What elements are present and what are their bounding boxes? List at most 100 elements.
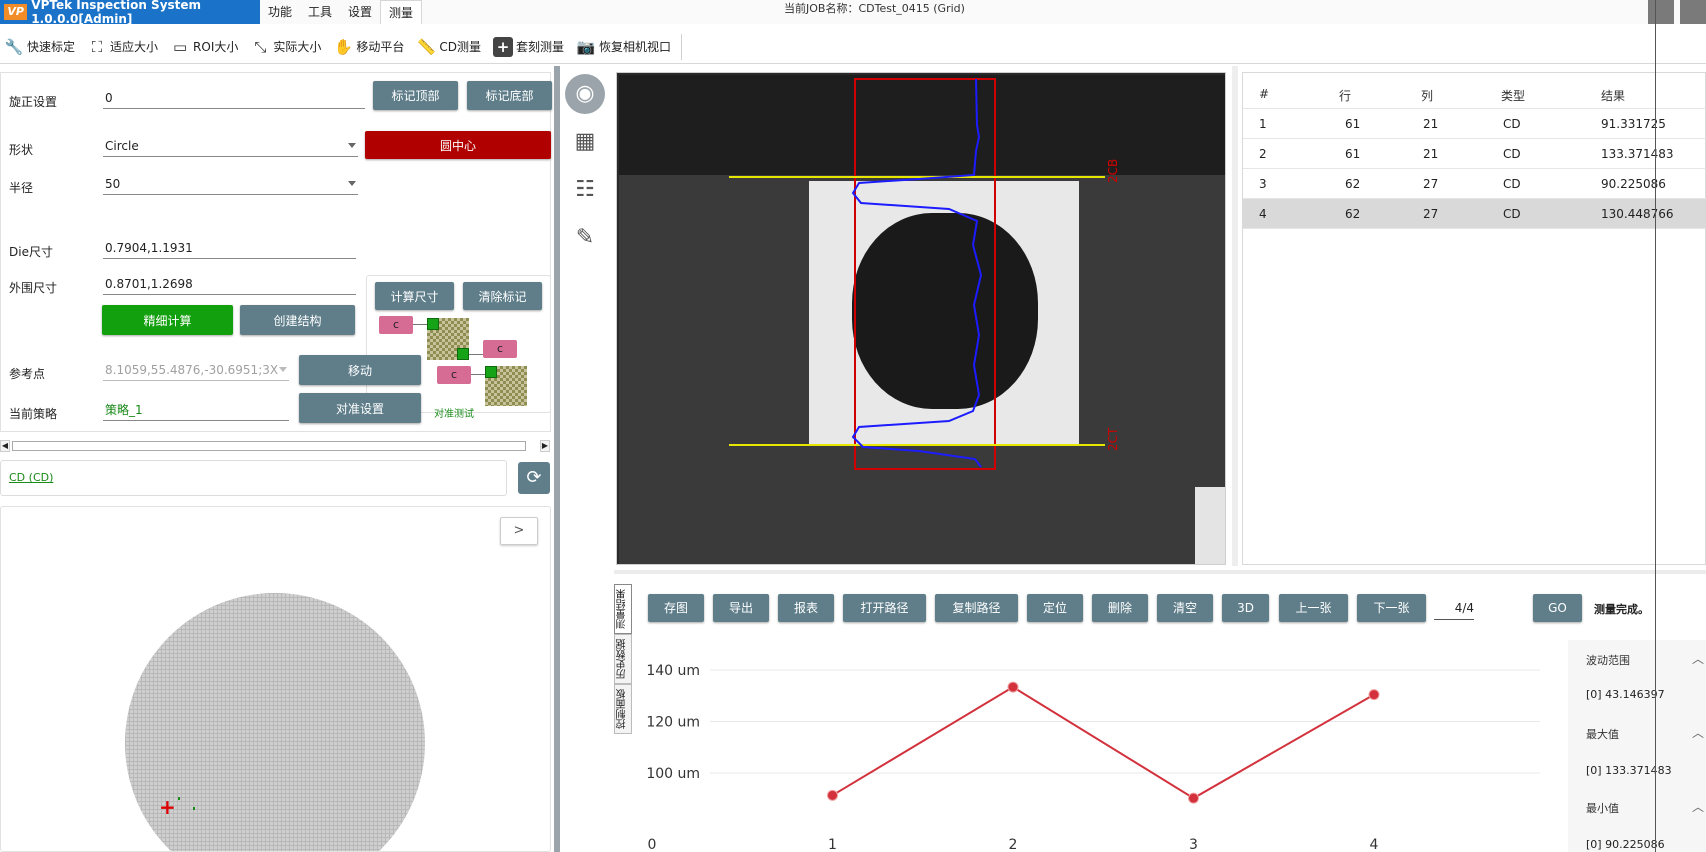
locate-button[interactable]: 定位 bbox=[1027, 594, 1083, 622]
table-row[interactable]: 2 61 21 CD 133.371483 bbox=[1243, 139, 1706, 169]
quick-calibrate-button[interactable]: 🔧 快速标定 bbox=[4, 32, 75, 62]
clear-button[interactable]: 清空 bbox=[1157, 594, 1213, 622]
cd-measure-button[interactable]: 📏 CD测量 bbox=[416, 32, 481, 62]
template-connector bbox=[471, 374, 485, 375]
calc-size-button[interactable]: 计算尺寸 bbox=[375, 282, 454, 310]
fit-size-button[interactable]: ⛶ 适应大小 bbox=[87, 32, 158, 62]
strategy-input[interactable]: 策略_1 bbox=[103, 401, 289, 421]
panel-splitter[interactable] bbox=[554, 66, 560, 852]
menu-function[interactable]: 功能 bbox=[260, 0, 300, 24]
outer-size-input[interactable]: 0.8701,1.2698 bbox=[103, 275, 356, 295]
camera-icon[interactable]: ◉ bbox=[565, 74, 605, 114]
scroll-track[interactable] bbox=[12, 441, 526, 451]
move-button[interactable]: 移动 bbox=[299, 355, 421, 385]
hand-move-icon: ✋ bbox=[334, 37, 353, 56]
template-tag-c[interactable]: c bbox=[437, 366, 471, 384]
previous-button[interactable]: 上一张 bbox=[1279, 594, 1348, 622]
fine-calc-button[interactable]: 精细计算 bbox=[102, 305, 233, 335]
cell-column: 27 bbox=[1423, 207, 1439, 221]
x-tick-label: 2 bbox=[1009, 837, 1018, 852]
next-button[interactable]: 下一张 bbox=[1357, 594, 1426, 622]
radius-select[interactable]: 50 bbox=[103, 175, 358, 195]
clear-marks-button[interactable]: 清除标记 bbox=[463, 282, 542, 310]
move-stage-button[interactable]: ✋ 移动平台 bbox=[333, 32, 404, 62]
table-row[interactable]: 3 62 27 CD 90.225086 bbox=[1243, 169, 1706, 199]
table-row[interactable]: 1 61 21 CD 91.331725 bbox=[1243, 109, 1706, 139]
wafer-next-button[interactable]: > bbox=[500, 517, 538, 545]
cd-measure-label: CD测量 bbox=[439, 40, 482, 54]
chevron-up-icon[interactable]: ︿ bbox=[1692, 650, 1704, 667]
min-label: 最小值 bbox=[1586, 802, 1619, 815]
die-size-input[interactable]: 0.7904,1.1931 bbox=[103, 239, 356, 259]
camera-image-view[interactable]: 2CB 2CT bbox=[616, 72, 1226, 565]
create-structure-button[interactable]: 创建结构 bbox=[240, 305, 355, 335]
mark-top-button[interactable]: 标记顶部 bbox=[373, 81, 458, 110]
tab-history-data[interactable]: 历史数据 bbox=[614, 634, 632, 684]
col-result-header[interactable]: 结果 bbox=[1601, 87, 1625, 104]
roi-size-icon: ▭ bbox=[172, 37, 188, 56]
copy-path-button[interactable]: 复制路径 bbox=[935, 594, 1018, 622]
table-row-selected[interactable]: 4 62 27 CD 130.448766 bbox=[1243, 199, 1706, 229]
ruler-pencil-icon[interactable]: ✎ bbox=[565, 218, 605, 258]
template-tag-c[interactable]: c bbox=[379, 316, 413, 334]
open-path-button[interactable]: 打开路径 bbox=[843, 594, 926, 622]
cell-index: 1 bbox=[1259, 117, 1267, 131]
app-title-area: VP VPTek Inspection System 1.0.0.0[Admin… bbox=[0, 0, 260, 26]
3d-button[interactable]: 3D bbox=[1222, 594, 1269, 622]
cell-index: 3 bbox=[1259, 177, 1267, 191]
pattern-list-icon[interactable]: ☷ bbox=[565, 170, 605, 210]
overlay-measure-button[interactable]: + 套刻测量 bbox=[493, 32, 564, 62]
actual-size-button[interactable]: ⤡ 实际大小 bbox=[250, 32, 321, 62]
bottom-divider[interactable] bbox=[614, 570, 1706, 574]
refresh-button[interactable]: ⟳ bbox=[518, 462, 550, 494]
quick-calibrate-label: 快速标定 bbox=[27, 40, 76, 54]
ref-point-select[interactable]: 8.1059,55.4876,-30.6951;3X bbox=[103, 361, 289, 381]
tab-control-panel[interactable]: 控制面板 bbox=[614, 684, 632, 734]
scroll-right-icon[interactable]: ▶ bbox=[540, 440, 550, 452]
mark-bottom-button[interactable]: 标记底部 bbox=[467, 81, 552, 110]
align-test-link[interactable]: 对准测试 bbox=[434, 405, 474, 420]
chevron-down-icon bbox=[348, 181, 356, 186]
shape-select[interactable]: Circle bbox=[103, 137, 358, 157]
stats-panel: 波动范围 ︿ [0] 43.146397 最大值 ︿ [0] 133.37148… bbox=[1568, 640, 1706, 852]
min-value: [0] 90.225086 bbox=[1586, 838, 1665, 851]
export-button[interactable]: 导出 bbox=[713, 594, 769, 622]
results-line-chart: 100 um 120 um 140 um 0 1 2 3 4 bbox=[646, 663, 1540, 852]
col-column-header[interactable]: 列 bbox=[1421, 87, 1433, 104]
scroll-left-icon[interactable]: ◀ bbox=[0, 440, 10, 452]
delete-button[interactable]: 删除 bbox=[1092, 594, 1148, 622]
max-label: 最大值 bbox=[1586, 728, 1619, 741]
results-table: # 行 列 类型 结果 1 61 21 CD 91.331725 2 61 21… bbox=[1242, 72, 1706, 565]
go-button[interactable]: GO bbox=[1533, 594, 1582, 622]
page-indicator[interactable]: 4/4 bbox=[1434, 598, 1474, 620]
shape-label: 形状 bbox=[9, 143, 34, 157]
restore-camera-view-button[interactable]: 📷 恢复相机视口 bbox=[576, 32, 671, 62]
menu-measure[interactable]: 测量 bbox=[380, 0, 423, 24]
title-bar: VP VPTek Inspection System 1.0.0.0[Admin… bbox=[0, 0, 1706, 26]
minimize-button[interactable] bbox=[1648, 0, 1674, 24]
tab-measure-results[interactable]: 测量结果 bbox=[614, 584, 632, 634]
save-image-button[interactable]: 存图 bbox=[648, 594, 704, 622]
roi-size-button[interactable]: ▭ ROI大小 bbox=[170, 32, 238, 62]
x-tick-label: 1 bbox=[828, 837, 837, 852]
align-settings-button[interactable]: 对准设置 bbox=[299, 393, 421, 423]
maximize-button[interactable] bbox=[1680, 0, 1706, 24]
table-header: # 行 列 类型 结果 bbox=[1243, 79, 1706, 109]
rotation-input[interactable]: 0 bbox=[103, 89, 365, 109]
circle-center-button[interactable]: 圆中心 bbox=[365, 131, 551, 159]
col-row-header[interactable]: 行 bbox=[1339, 87, 1351, 104]
vertical-tabs: 测量结果 历史数据 控制面板 bbox=[614, 584, 632, 734]
menu-tools[interactable]: 工具 bbox=[300, 0, 340, 24]
horizontal-scrollbar[interactable]: ◀ ▶ bbox=[0, 438, 552, 454]
template-tag-c[interactable]: c bbox=[483, 340, 517, 358]
col-type-header[interactable]: 类型 bbox=[1501, 87, 1525, 104]
chevron-up-icon[interactable]: ︿ bbox=[1692, 798, 1704, 815]
range-label: 波动范围 bbox=[1586, 654, 1630, 667]
report-button[interactable]: 报表 bbox=[778, 594, 834, 622]
menu-settings[interactable]: 设置 bbox=[340, 0, 380, 24]
cd-item-link[interactable]: CD (CD) bbox=[9, 471, 53, 484]
chevron-up-icon[interactable]: ︿ bbox=[1692, 724, 1704, 741]
col-index-header[interactable]: # bbox=[1259, 87, 1269, 101]
grid-globe-icon[interactable]: ▦ bbox=[565, 122, 605, 162]
image-table-splitter[interactable] bbox=[1232, 66, 1238, 566]
